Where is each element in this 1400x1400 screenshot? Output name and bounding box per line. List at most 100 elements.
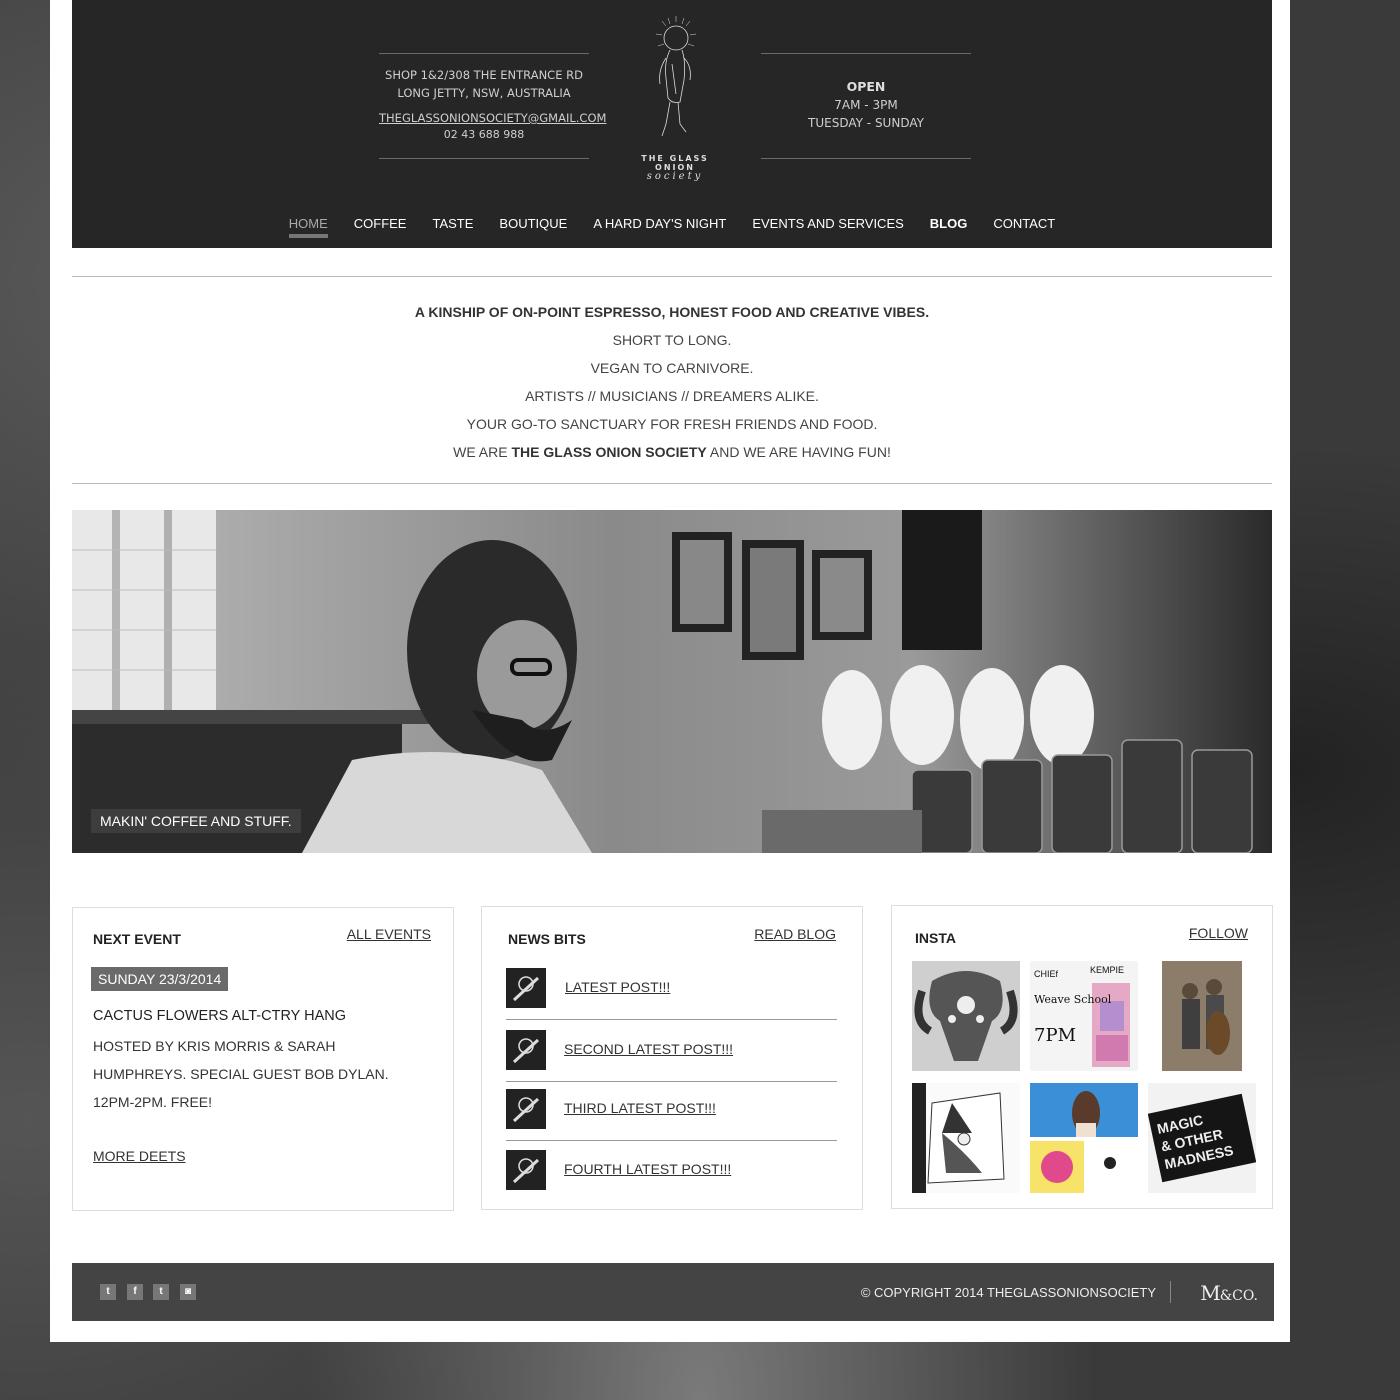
- barista-photo: [72, 510, 1272, 853]
- hours-time: 7AM - 3PM: [834, 98, 898, 112]
- band-photo: [1148, 961, 1256, 1071]
- post-logo-icon: [512, 1158, 540, 1184]
- maker-logo[interactable]: M&CO.: [1200, 1281, 1258, 1305]
- contact-block: SHOP 1&2/308 THE ENTRANCE RD LONG JETTY,…: [379, 66, 606, 143]
- logo-script: society: [646, 171, 704, 182]
- address-line: SHOP 1&2/308 THE ENTRANCE RD: [385, 68, 583, 82]
- address-line: LONG JETTY, NSW, AUSTRALIA: [397, 86, 571, 100]
- copyright-text: © COPYRIGHT 2014 THEGLASSONIONSOCIETY: [860, 1285, 1156, 1300]
- more-deets-link[interactable]: MORE DEETS: [93, 1148, 186, 1164]
- card-heading: INSTA: [915, 930, 956, 946]
- logo-wordmark: THE GLASS ONION: [641, 154, 709, 172]
- insta-photo-ram[interactable]: [912, 961, 1020, 1071]
- divider: [1170, 1281, 1171, 1303]
- nav-item-contact[interactable]: CONTACT: [993, 216, 1055, 234]
- list-item[interactable]: SECOND LATEST POST!!!: [506, 1030, 837, 1082]
- intro-text-part: AND WE ARE HAVING FUN!: [706, 444, 891, 460]
- maker-suffix: &CO.: [1219, 1288, 1258, 1304]
- card-heading: NEWS BITS: [508, 931, 586, 947]
- divider: [379, 158, 589, 159]
- hours-days: TUESDAY - SUNDAY: [808, 116, 924, 130]
- divider: [506, 1140, 837, 1141]
- insta-photo-wizard[interactable]: [912, 1083, 1020, 1193]
- intro-text-part: WE ARE: [453, 444, 512, 460]
- post-link[interactable]: THIRD LATEST POST!!!: [564, 1100, 716, 1116]
- divider: [72, 276, 1272, 277]
- svg-text:Weave School: Weave School: [1034, 993, 1112, 1006]
- onion-man-logo-icon: [655, 16, 697, 137]
- hero-caption: MAKIN' COFFEE AND STUFF.: [91, 809, 301, 833]
- event-title: CACTUS FLOWERS ALT-CTRY HANG: [93, 1008, 346, 1024]
- list-item[interactable]: LATEST POST!!!: [506, 968, 837, 1020]
- intro-line: ARTISTS // MUSICIANS // DREAMERS ALIKE.: [525, 388, 819, 404]
- divider: [761, 158, 971, 159]
- main-nav: HOME COFFEE TASTE BOUTIQUE A HARD DAY'S NIGH…: [72, 216, 1272, 238]
- post-thumbnail: [506, 1150, 546, 1190]
- opening-hours: OPEN 7AM - 3PM TUESDAY - SUNDAY: [761, 78, 971, 132]
- event-description: HOSTED BY KRIS MORRIS & SARAH HUMPHREYS.…: [93, 1038, 389, 1110]
- insta-photo-magic[interactable]: MAGIC & OTHER MADNESS: [1148, 1083, 1256, 1193]
- intro-text: A KINSHIP OF ON-POINT ESPRESSO, HONEST F…: [72, 298, 1272, 466]
- nav-item-boutique[interactable]: BOUTIQUE: [499, 216, 567, 234]
- insta-card: INSTA FOLLOW CHIEf KEMPIE Weave School 7…: [891, 905, 1273, 1209]
- news-bits-card: NEWS BITS READ BLOG LATEST POST!!! SECON…: [481, 906, 863, 1210]
- intro-brand-name: THE GLASS ONION SOCIETY: [511, 444, 707, 460]
- divider: [506, 1019, 837, 1020]
- page: SHOP 1&2/308 THE ENTRANCE RD LONG JETTY,…: [50, 0, 1290, 1342]
- post-logo-icon: [512, 976, 540, 1002]
- facebook-icon[interactable]: f: [127, 1284, 143, 1300]
- event-date-badge: SUNDAY 23/3/2014: [91, 967, 229, 991]
- divider: [506, 1081, 837, 1082]
- post-link[interactable]: SECOND LATEST POST!!!: [564, 1041, 733, 1057]
- nav-item-events[interactable]: EVENTS AND SERVICES: [752, 216, 903, 234]
- phone-number: 02 43 688 988: [443, 128, 525, 141]
- divider: [379, 53, 589, 54]
- twitter-icon[interactable]: t: [100, 1284, 116, 1300]
- site-header: SHOP 1&2/308 THE ENTRANCE RD LONG JETTY,…: [72, 0, 1272, 248]
- all-events-link[interactable]: ALL EVENTS: [347, 926, 431, 942]
- post-logo-icon: [512, 1097, 540, 1123]
- insta-photo-poster[interactable]: CHIEf KEMPIE Weave School 7PM: [1030, 961, 1138, 1071]
- site-logo[interactable]: THE GLASS ONION society: [620, 14, 730, 194]
- magic-madness-poster: MAGIC & OTHER MADNESS: [1148, 1083, 1256, 1193]
- insta-photo-band[interactable]: [1148, 961, 1256, 1071]
- intro-line: VEGAN TO CARNIVORE.: [590, 360, 754, 376]
- open-label: OPEN: [846, 79, 886, 94]
- email-link[interactable]: THEGLASSONIONSOCIETY@GMAIL.COM: [379, 109, 606, 127]
- intro-line: YOUR GO-TO SANCTUARY FOR FRESH FRIENDS A…: [466, 416, 878, 432]
- post-thumbnail: [506, 968, 546, 1008]
- hero-image: MAKIN' COFFEE AND STUFF.: [72, 510, 1272, 853]
- svg-text:7PM: 7PM: [1034, 1025, 1076, 1046]
- post-thumbnail: [506, 1030, 546, 1070]
- read-blog-link[interactable]: READ BLOG: [754, 926, 836, 942]
- nav-item-coffee[interactable]: COFFEE: [354, 216, 407, 234]
- intro-line: SHORT TO LONG.: [612, 332, 732, 348]
- insta-photo-collage[interactable]: [1030, 1083, 1138, 1193]
- nav-item-blog[interactable]: BLOG: [930, 216, 968, 234]
- instagram-icon[interactable]: ◙: [180, 1284, 196, 1300]
- follow-link[interactable]: FOLLOW: [1189, 925, 1248, 941]
- site-footer: t f t ◙ © COPYRIGHT 2014 THEGLASSONIONSO…: [72, 1263, 1274, 1321]
- divider: [72, 483, 1272, 484]
- ram-illustration: [912, 961, 1020, 1071]
- tumblr-icon[interactable]: t: [153, 1284, 169, 1300]
- wizard-illustration: [912, 1083, 1020, 1193]
- nav-item-hard-days-night[interactable]: A HARD DAY'S NIGHT: [593, 216, 726, 234]
- list-item[interactable]: FOURTH LATEST POST!!!: [506, 1150, 837, 1190]
- svg-text:KEMPIE: KEMPIE: [1090, 965, 1124, 975]
- weave-poster: CHIEf KEMPIE Weave School 7PM: [1030, 961, 1138, 1071]
- svg-text:CHIEf: CHIEf: [1034, 969, 1059, 979]
- collage-photo: [1030, 1083, 1138, 1193]
- post-link[interactable]: FOURTH LATEST POST!!!: [564, 1161, 731, 1177]
- card-heading: NEXT EVENT: [93, 931, 181, 947]
- nav-item-taste[interactable]: TASTE: [432, 216, 473, 234]
- list-item[interactable]: THIRD LATEST POST!!!: [506, 1089, 837, 1141]
- divider: [761, 53, 971, 54]
- post-thumbnail: [506, 1089, 546, 1129]
- intro-lead: A KINSHIP OF ON-POINT ESPRESSO, HONEST F…: [414, 304, 930, 320]
- nav-item-home[interactable]: HOME: [288, 216, 328, 238]
- intro-line: WE ARE THE GLASS ONION SOCIETY AND WE AR…: [72, 438, 1272, 466]
- maker-initial: M: [1200, 1281, 1221, 1305]
- next-event-card: NEXT EVENT ALL EVENTS SUNDAY 23/3/2014 C…: [72, 907, 454, 1211]
- post-link[interactable]: LATEST POST!!!: [565, 979, 670, 995]
